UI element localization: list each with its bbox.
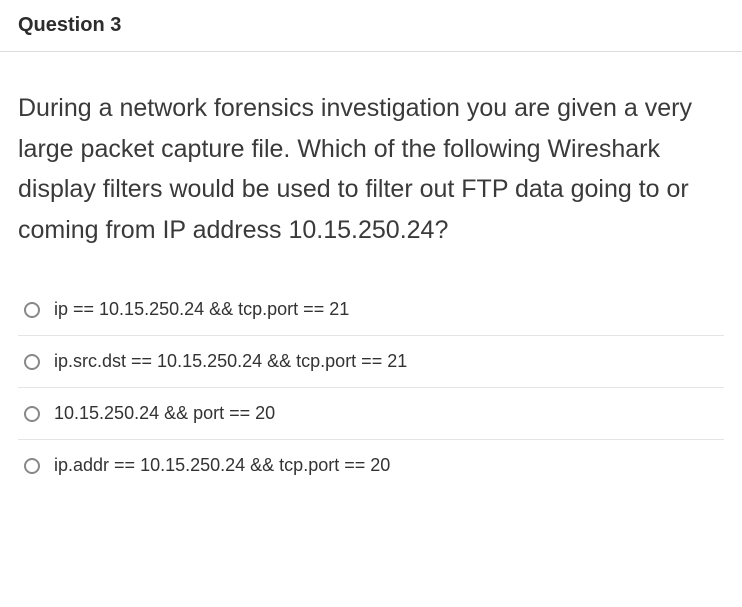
question-body: During a network forensics investigation… [0, 52, 742, 511]
option-label: ip.src.dst == 10.15.250.24 && tcp.port =… [54, 351, 407, 372]
question-prompt: During a network forensics investigation… [18, 88, 724, 250]
option-row[interactable]: ip == 10.15.250.24 && tcp.port == 21 [18, 284, 724, 336]
option-row[interactable]: 10.15.250.24 && port == 20 [18, 388, 724, 440]
option-label: ip == 10.15.250.24 && tcp.port == 21 [54, 299, 349, 320]
option-radio[interactable] [24, 458, 40, 474]
option-label: 10.15.250.24 && port == 20 [54, 403, 275, 424]
option-radio[interactable] [24, 406, 40, 422]
option-radio[interactable] [24, 302, 40, 318]
options-list: ip == 10.15.250.24 && tcp.port == 21 ip.… [18, 284, 724, 491]
question-number: Question 3 [18, 14, 724, 37]
option-radio[interactable] [24, 354, 40, 370]
option-label: ip.addr == 10.15.250.24 && tcp.port == 2… [54, 455, 390, 476]
option-row[interactable]: ip.src.dst == 10.15.250.24 && tcp.port =… [18, 336, 724, 388]
option-row[interactable]: ip.addr == 10.15.250.24 && tcp.port == 2… [18, 440, 724, 491]
question-header: Question 3 [0, 0, 742, 52]
